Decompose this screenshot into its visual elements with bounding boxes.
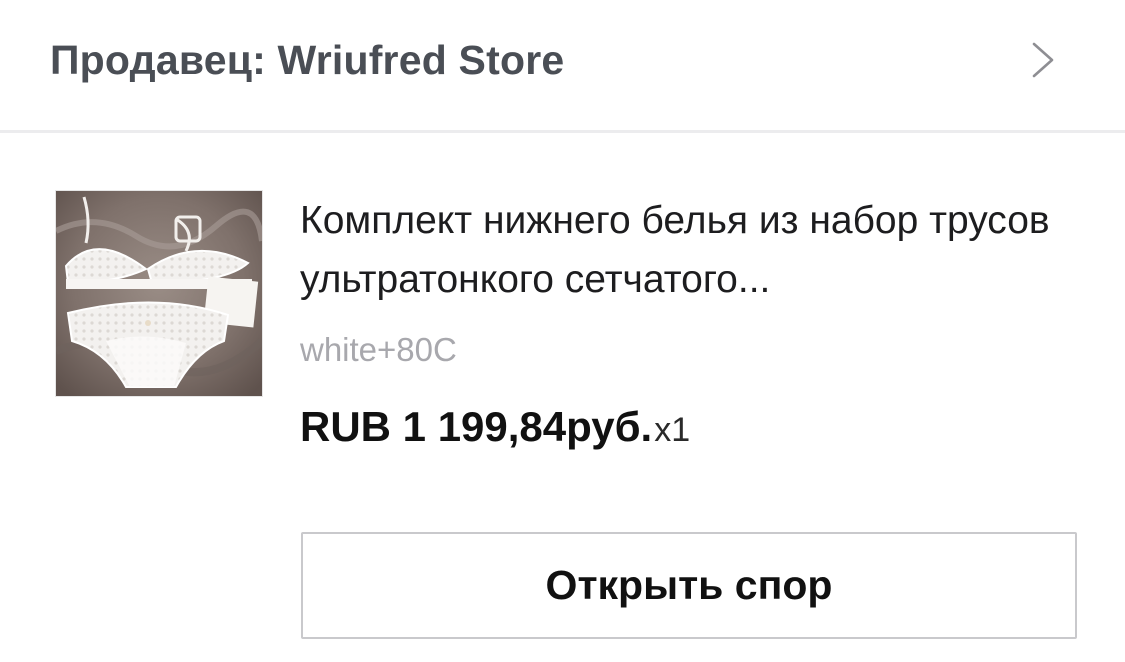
product-thumbnail[interactable] (55, 190, 263, 397)
section-divider (0, 130, 1125, 133)
seller-name: Продавец: Wriufred Store (50, 37, 565, 83)
product-price: RUB 1 199,84руб. (300, 403, 653, 450)
product-quantity: x1 (654, 411, 691, 449)
product-title[interactable]: Комплект нижнего белья из набор трусов у… (300, 191, 1070, 309)
seller-row[interactable]: Продавец: Wriufred Store (0, 0, 1125, 130)
price-line: RUB 1 199,84руб.x1 (300, 400, 690, 457)
product-variant: white+80C (300, 331, 457, 368)
open-dispute-button[interactable]: Открыть спор (301, 532, 1077, 639)
chevron-right-icon[interactable] (1022, 38, 1062, 82)
